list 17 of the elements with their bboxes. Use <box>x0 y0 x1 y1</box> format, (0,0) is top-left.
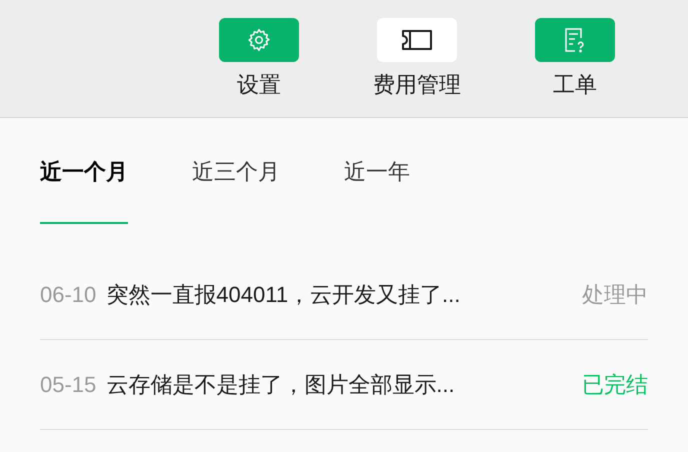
ticket-date: 06-10 <box>40 281 96 309</box>
ticket-status: 处理中 <box>582 281 648 309</box>
ticket-title: 突然一直报404011，云开发又挂了... <box>106 281 462 309</box>
period-tab[interactable]: 近一个月 <box>40 154 128 224</box>
ticket-row[interactable]: 06-10 突然一直报404011，云开发又挂了... 处理中 <box>40 250 648 340</box>
ticket-title: 云存储是不是挂了，图片全部显示... <box>106 371 456 399</box>
ticket-date: 05-15 <box>40 371 96 399</box>
toolbar-button[interactable] <box>377 18 457 62</box>
ticket-status: 已完结 <box>582 371 648 399</box>
toolbar-label: 工单 <box>553 71 597 99</box>
ticket-row[interactable]: 05-15 云存储是不是挂了，图片全部显示... 已完结 <box>40 340 648 430</box>
period-tab[interactable]: 近三个月 <box>192 154 280 224</box>
gear-icon <box>246 27 272 53</box>
ticket-icon <box>401 28 433 52</box>
period-tab[interactable]: 近一年 <box>344 154 410 224</box>
toolbar-label: 设置 <box>237 71 281 99</box>
toolbar-label: 费用管理 <box>373 71 461 99</box>
